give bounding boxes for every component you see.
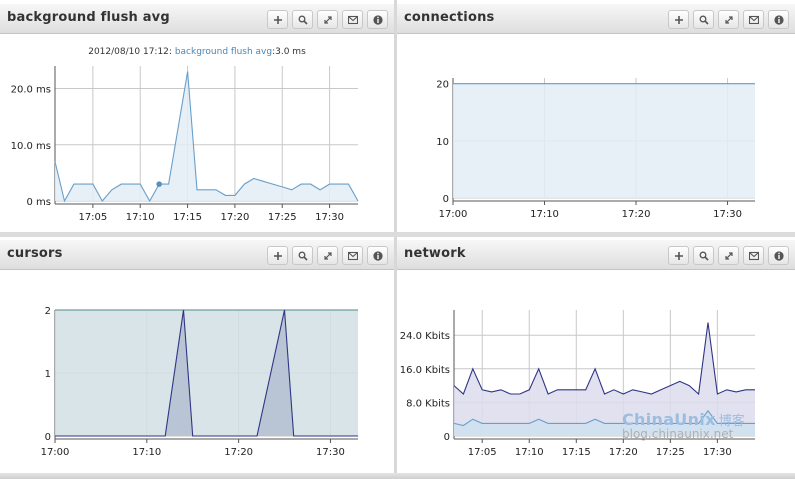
series-line xyxy=(54,71,359,203)
highlight-point xyxy=(156,181,162,187)
x-tick-label: 17:20 xyxy=(622,209,651,220)
y-tick-label: 20.0 ms xyxy=(11,85,51,96)
series-area xyxy=(55,310,358,436)
x-tick-label: 17:10 xyxy=(515,447,544,458)
row-divider xyxy=(0,232,795,237)
x-tick-label: 17:10 xyxy=(126,212,155,223)
y-tick-label: 10 xyxy=(436,137,449,148)
x-tick-label: 17:05 xyxy=(468,447,497,458)
x-tick-label: 17:00 xyxy=(439,209,468,220)
y-tick-label: 20 xyxy=(436,80,449,91)
y-tick-label: 0 xyxy=(443,194,449,205)
x-tick-label: 17:25 xyxy=(656,447,685,458)
x-tick-label: 17:30 xyxy=(713,209,742,220)
series-area xyxy=(453,83,755,198)
x-tick-label: 17:15 xyxy=(562,447,591,458)
series-area xyxy=(55,71,358,201)
y-tick-label: 24.0 Kbits xyxy=(400,331,450,342)
watermark-logo: ChinaUnix 博客 blog.chinaunix.net xyxy=(622,410,745,441)
chart-cursors[interactable]: 0 1 2 17:00 17:10 17:20 17:30 xyxy=(0,240,394,473)
y-tick-label: 0 xyxy=(45,432,51,443)
panel-connections: connections 0 10 20 17:00 17:10 17:20 17:30 xyxy=(397,4,795,232)
x-tick-label: 17:30 xyxy=(703,447,732,458)
x-tick-label: 17:20 xyxy=(220,212,249,223)
x-tick-label: 17:25 xyxy=(268,212,297,223)
y-tick-label: 10.0 ms xyxy=(11,141,51,152)
x-tick-label: 17:30 xyxy=(316,447,345,458)
y-tick-label: 0 ms xyxy=(27,197,52,208)
y-tick-label: 8.0 Kbits xyxy=(406,398,450,409)
x-tick-label: 17:20 xyxy=(609,447,638,458)
next-row-panel-headers xyxy=(0,473,795,479)
chart-connections[interactable]: 0 10 20 17:00 17:10 17:20 17:30 xyxy=(397,4,795,228)
y-tick-label: 2 xyxy=(45,306,51,317)
panel-background-flush-avg: background flush avg 2012/08/10 17:12: b… xyxy=(0,4,394,232)
x-tick-label: 17:10 xyxy=(530,209,559,220)
y-tick-label: 16.0 Kbits xyxy=(400,365,450,376)
x-tick-label: 17:05 xyxy=(78,212,107,223)
panel-cursors: cursors 0 1 2 17:00 17:10 17:20 17:30 xyxy=(0,240,394,473)
chart-background-flush-avg[interactable]: 0 ms 10.0 ms 20.0 ms 17:05 17:10 17:15 17:20 17… xyxy=(0,4,394,228)
watermark-url: blog.chinaunix.net xyxy=(622,427,734,441)
x-tick-label: 17:30 xyxy=(315,212,344,223)
y-tick-label: 1 xyxy=(45,369,51,380)
x-tick-label: 17:15 xyxy=(173,212,202,223)
x-tick-label: 17:00 xyxy=(41,447,70,458)
y-tick-label: 0 xyxy=(444,432,450,443)
x-tick-label: 17:10 xyxy=(132,447,161,458)
x-tick-label: 17:20 xyxy=(224,447,253,458)
